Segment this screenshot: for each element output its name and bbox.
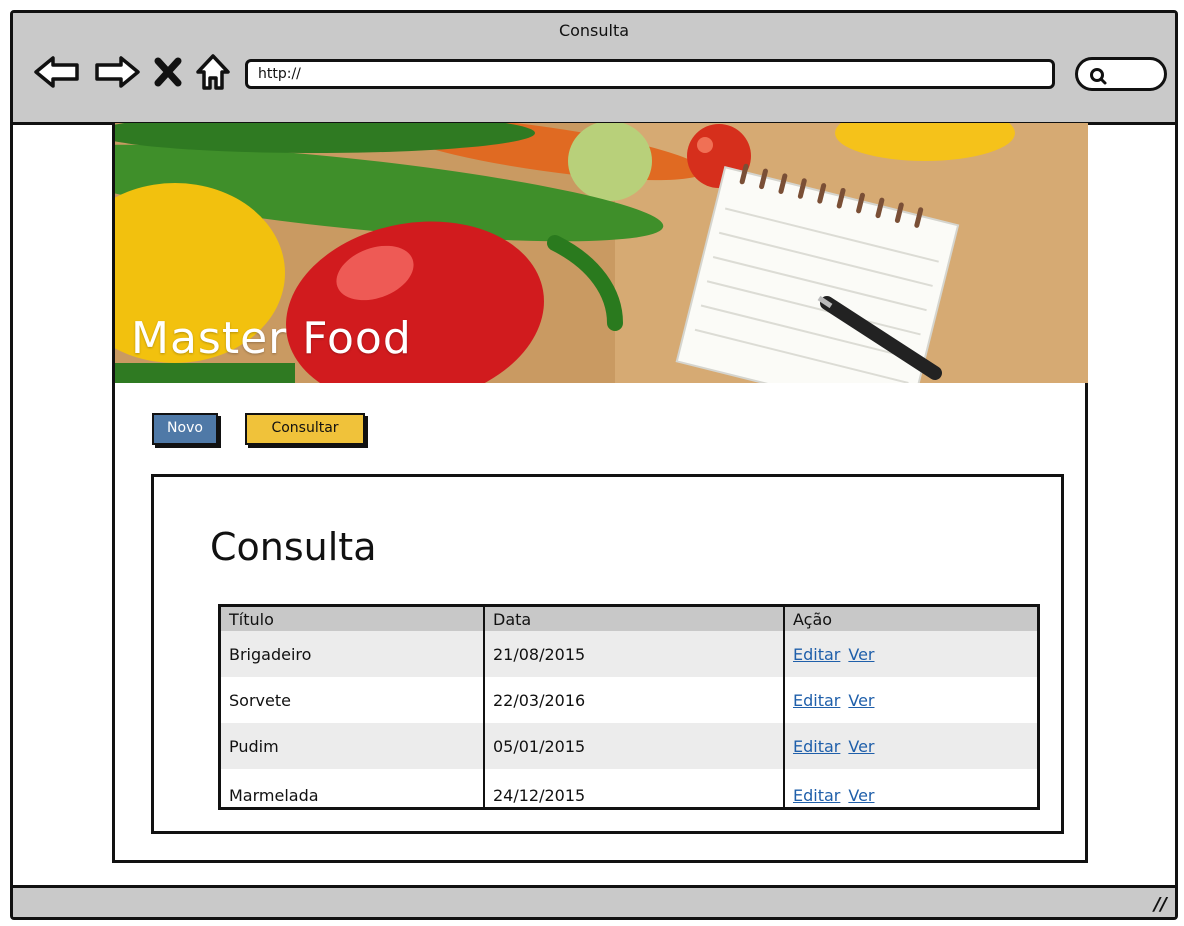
editar-link[interactable]: Editar	[793, 691, 840, 710]
editar-link[interactable]: Editar	[793, 786, 840, 805]
consulta-panel: Consulta Título Data Ação Brigadeiro 21/…	[151, 474, 1064, 834]
banner-title: Master Food	[131, 313, 412, 364]
forward-arrow-icon[interactable]	[93, 54, 141, 90]
cell-data: 24/12/2015	[485, 769, 785, 807]
table-row: Sorvete 22/03/2016 Editar Ver	[221, 677, 1037, 723]
browser-chrome: Consulta http://	[13, 13, 1175, 125]
novo-button[interactable]: Novo	[152, 413, 218, 445]
cell-data: 05/01/2015	[485, 723, 785, 769]
page-frame: Master Food Novo Consultar Consulta Títu…	[112, 123, 1088, 863]
cell-titulo: Marmelada	[221, 769, 485, 807]
ver-link[interactable]: Ver	[848, 786, 874, 805]
cell-acao: Editar Ver	[785, 723, 1037, 769]
table-row: Brigadeiro 21/08/2015 Editar Ver	[221, 631, 1037, 677]
ver-link[interactable]: Ver	[848, 645, 874, 664]
table-header: Título Data Ação	[221, 607, 1037, 631]
page-title: Consulta	[210, 525, 377, 569]
browser-window: Consulta http:// Master Food Novo Consul…	[10, 10, 1178, 920]
ver-link[interactable]: Ver	[848, 691, 874, 710]
cell-acao: Editar Ver	[785, 631, 1037, 677]
back-arrow-icon[interactable]	[33, 54, 81, 90]
cell-acao: Editar Ver	[785, 769, 1037, 807]
navigation-controls	[33, 53, 231, 91]
table-row: Marmelada 24/12/2015 Editar Ver	[221, 769, 1037, 807]
resize-grip-icon[interactable]: //	[1154, 894, 1167, 915]
consultar-button[interactable]: Consultar	[245, 413, 365, 445]
status-bar: //	[13, 885, 1175, 917]
editar-link[interactable]: Editar	[793, 737, 840, 756]
table-row: Pudim 05/01/2015 Editar Ver	[221, 723, 1037, 769]
editar-link[interactable]: Editar	[793, 645, 840, 664]
home-icon[interactable]	[195, 53, 231, 91]
search-field[interactable]	[1075, 57, 1167, 91]
ver-link[interactable]: Ver	[848, 737, 874, 756]
stop-icon[interactable]	[153, 54, 183, 90]
column-header-titulo[interactable]: Título	[221, 607, 485, 631]
cell-data: 21/08/2015	[485, 631, 785, 677]
cell-data: 22/03/2016	[485, 677, 785, 723]
window-title: Consulta	[558, 21, 630, 40]
results-table: Título Data Ação Brigadeiro 21/08/2015 E…	[218, 604, 1040, 810]
address-bar[interactable]: http://	[245, 59, 1055, 89]
column-header-data[interactable]: Data	[485, 607, 785, 631]
banner-image: Master Food	[115, 123, 1088, 383]
cell-titulo: Brigadeiro	[221, 631, 485, 677]
column-header-acao[interactable]: Ação	[785, 607, 1037, 631]
cell-titulo: Sorvete	[221, 677, 485, 723]
cell-acao: Editar Ver	[785, 677, 1037, 723]
cell-titulo: Pudim	[221, 723, 485, 769]
